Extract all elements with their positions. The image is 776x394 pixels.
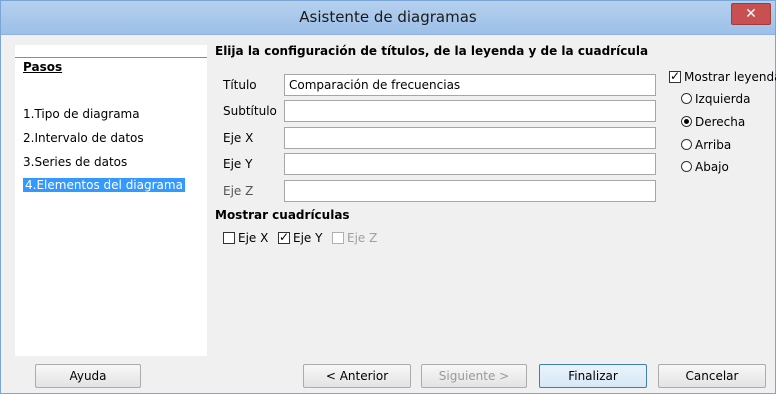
eje-x-input[interactable] [284,127,656,149]
anterior-button[interactable]: < Anterior [303,364,411,388]
steps-heading: Pasos [23,60,63,74]
abajo-label: Abajo [695,159,729,174]
derecha-label: Derecha [695,114,746,129]
titulo-label: Título [223,78,257,92]
legend-derecha-radio[interactable]: Derecha [681,114,745,129]
cancelar-button[interactable]: Cancelar [658,364,766,388]
titulo-label-text: Título [223,78,257,92]
grid-eje-z-checkbox[interactable]: Eje Z [332,230,377,245]
grid-eje-y-label: Eje Y [293,230,323,245]
checkbox-icon [223,231,235,244]
siguiente-button[interactable]: Siguiente > [421,364,527,388]
dialog-content: Pasos 1.Tipo de diagrama 2.Intervalo de … [1,36,776,356]
radio-icon [681,161,692,172]
titulo-input[interactable] [284,74,656,96]
title-bar: Asistente de diagramas ✕ [1,1,775,35]
grid-eje-x-label: Eje X [238,230,269,245]
checkbox-checked-icon [669,69,681,83]
grid-eje-x-checkbox[interactable]: Eje X [223,230,268,245]
finalizar-button[interactable]: Finalizar [539,364,647,388]
grid-heading: Mostrar cuadrículas [215,208,350,222]
radio-icon [681,139,692,150]
step-series-de-datos[interactable]: 3.Series de datos [23,155,127,169]
steps-panel: Pasos 1.Tipo de diagrama 2.Intervalo de … [15,45,207,356]
subtitulo-label: Subtítulo [223,104,277,118]
checkbox-disabled-icon [332,231,344,244]
button-bar: Ayuda < Anterior Siguiente > Finalizar C… [1,356,775,394]
subtitulo-input[interactable] [284,100,656,122]
section-heading: Elija la configuración de títulos, de la… [215,44,649,58]
radio-icon [681,93,692,104]
step-tipo-de-diagrama[interactable]: 1.Tipo de diagrama [23,107,140,121]
eje-z-input[interactable] [284,180,656,202]
arriba-label: Arriba [695,137,732,152]
eje-y-label: Eje Y [223,157,253,171]
steps-divider [15,57,207,58]
eje-y-input[interactable] [284,153,656,175]
step-elementos-del-diagrama[interactable]: 4.Elementos del diagrama [23,178,185,192]
step-intervalo-de-datos[interactable]: 2.Intervalo de datos [23,131,144,145]
ayuda-button[interactable]: Ayuda [35,364,141,388]
mostrar-leyenda-label: Mostrar leyenda [684,69,776,84]
legend-arriba-radio[interactable]: Arriba [681,137,731,152]
legend-izquierda-radio[interactable]: Izquierda [681,91,750,106]
window-title: Asistente de diagramas [299,8,477,26]
radio-selected-icon [681,116,692,127]
close-button[interactable]: ✕ [731,3,771,25]
izquierda-label: Izquierda [695,91,751,106]
grid-eje-z-label: Eje Z [347,230,378,245]
eje-z-label: Eje Z [223,184,254,198]
eje-x-label: Eje X [223,131,254,145]
checkbox-checked-icon [278,230,290,244]
mostrar-leyenda-checkbox[interactable]: Mostrar leyenda [669,69,776,84]
grid-eje-y-checkbox[interactable]: Eje Y [278,230,322,245]
legend-abajo-radio[interactable]: Abajo [681,159,729,174]
chart-wizard-dialog: Asistente de diagramas ✕ Pasos 1.Tipo de… [0,0,776,394]
